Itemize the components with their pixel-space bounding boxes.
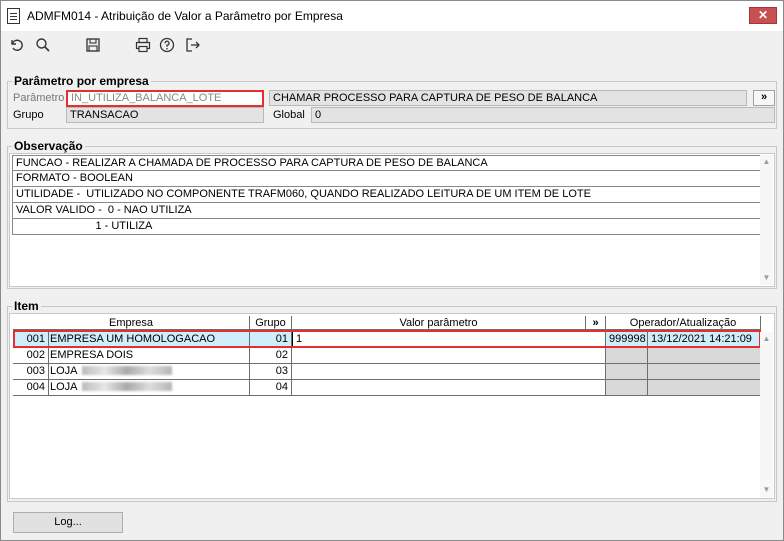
grupo-field: TRANSACAO — [66, 107, 264, 123]
observacao-text-area[interactable]: FUNCAO - REALIZAR A CHAMADA DE PROCESSO … — [9, 153, 775, 287]
parametro-label: Parâmetro — [13, 92, 65, 104]
row-empresa-cell: EMPRESA UM HOMOLOGACAO — [49, 332, 250, 348]
observacao-line: FUNCAO - REALIZAR A CHAMADA DE PROCESSO … — [12, 155, 762, 171]
observacao-scrollbar[interactable]: ▲ ▼ — [760, 155, 773, 285]
undo-icon[interactable] — [7, 35, 27, 55]
observacao-line: UTILIDADE - UTILIZADO NO COMPONENTE TRAF… — [12, 187, 762, 203]
row-empresa-cell: LOJA — [49, 364, 250, 380]
parametro-field[interactable]: IN_UTILIZA_BALANCA_LOTE — [66, 90, 264, 107]
row-grupo-cell: 04 — [250, 380, 292, 396]
grupo-label: Grupo — [13, 109, 44, 121]
row-code-cell: 003 — [13, 364, 49, 380]
row-operador-cell — [606, 364, 648, 380]
save-icon[interactable] — [83, 35, 103, 55]
toolbar — [1, 31, 783, 59]
item-grid: Empresa Grupo Valor parâmetro » Operador… — [9, 313, 775, 499]
search-icon[interactable] — [33, 35, 53, 55]
observacao-line: 1 - UTILIZA — [12, 219, 762, 235]
row-empresa-text: LOJA — [50, 365, 78, 377]
log-button[interactable]: Log... — [13, 512, 123, 533]
row-valor-input[interactable] — [292, 380, 606, 396]
row-valor-input[interactable] — [292, 348, 606, 364]
row-operador-cell — [606, 380, 648, 396]
exit-icon[interactable] — [183, 35, 203, 55]
row-operador-cell — [606, 348, 648, 364]
row-data-cell — [648, 380, 761, 396]
item-group-title: Item — [12, 299, 41, 313]
observacao-line: FORMATO - BOOLEAN — [12, 171, 762, 187]
close-button[interactable]: ✕ — [749, 7, 777, 24]
main-window: ADMFM014 - Atribuição de Valor a Parâmet… — [0, 0, 784, 541]
column-header-valor[interactable]: Valor parâmetro — [292, 316, 586, 330]
column-header-grupo[interactable]: Grupo — [250, 316, 292, 330]
row-data-cell — [648, 348, 761, 364]
row-grupo-cell: 02 — [250, 348, 292, 364]
scroll-up-icon[interactable]: ▲ — [761, 157, 772, 167]
row-empresa-text: LOJA — [50, 381, 78, 393]
global-field: 0 — [311, 107, 775, 123]
scroll-up-icon[interactable]: ▲ — [761, 334, 772, 344]
row-code-cell: 004 — [13, 380, 49, 396]
document-icon — [7, 8, 20, 24]
item-grid-scrollbar[interactable]: ▲ ▼ — [760, 332, 773, 497]
row-valor-input[interactable]: 1 — [292, 332, 606, 348]
observacao-line: VALOR VALIDO - 0 - NAO UTILIZA — [12, 203, 762, 219]
scroll-down-icon[interactable]: ▼ — [761, 273, 772, 283]
help-icon[interactable] — [157, 35, 177, 55]
printer-icon[interactable] — [133, 35, 153, 55]
redacted-text — [81, 382, 172, 391]
row-code-cell: 002 — [13, 348, 49, 364]
column-header-expand-button[interactable]: » — [586, 316, 606, 330]
row-valor-input[interactable] — [292, 364, 606, 380]
row-data-cell: 13/12/2021 14:21:09 — [648, 332, 761, 348]
row-grupo-cell: 01 — [250, 332, 292, 348]
observacao-group-title: Observação — [12, 139, 85, 153]
scroll-down-icon[interactable]: ▼ — [761, 485, 772, 495]
row-grupo-cell: 03 — [250, 364, 292, 380]
redacted-text — [81, 366, 172, 375]
row-data-cell — [648, 364, 761, 380]
row-empresa-cell: LOJA — [49, 380, 250, 396]
global-label: Global — [273, 109, 305, 121]
column-header-empresa[interactable]: Empresa — [13, 316, 250, 330]
expand-parametro-button[interactable]: » — [753, 90, 775, 106]
title-bar: ADMFM014 - Atribuição de Valor a Parâmet… — [1, 1, 783, 31]
column-header-operador[interactable]: Operador/Atualização — [606, 316, 761, 330]
parametro-group-title: Parâmetro por empresa — [12, 74, 151, 88]
window-title: ADMFM014 - Atribuição de Valor a Parâmet… — [27, 9, 343, 23]
row-operador-cell: 999998 — [606, 332, 648, 348]
parametro-description-field: CHAMAR PROCESSO PARA CAPTURA DE PESO DE … — [269, 90, 747, 106]
row-empresa-cell: EMPRESA DOIS — [49, 348, 250, 364]
row-code-cell: 001 — [13, 332, 49, 348]
